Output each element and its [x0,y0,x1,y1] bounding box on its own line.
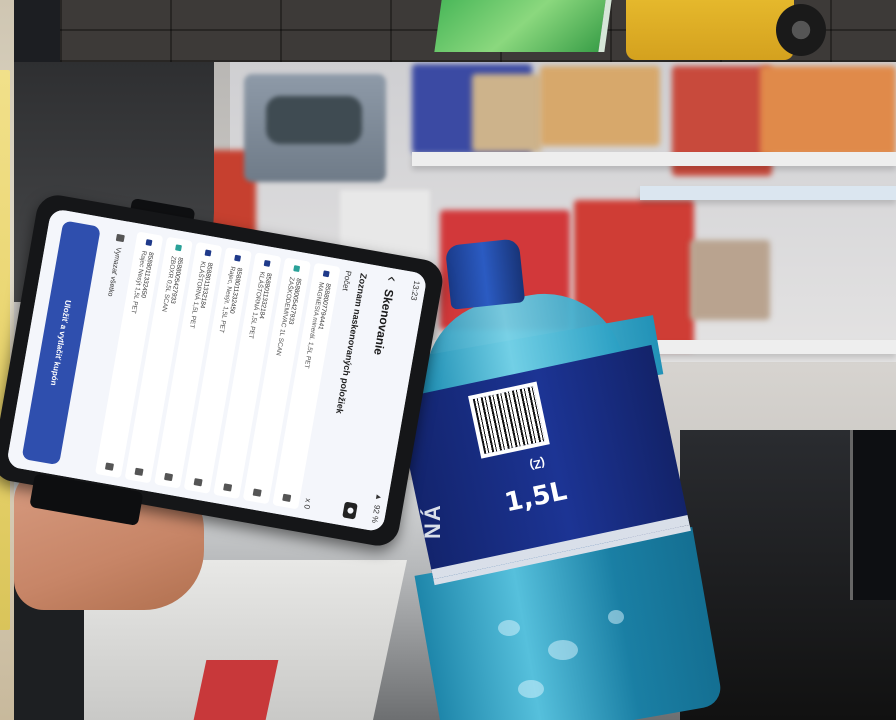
trash-icon [115,233,125,243]
trash-icon[interactable] [193,478,203,487]
bottle-bubble [518,680,544,698]
signal-icon: ▲ [374,492,385,502]
status-right: ▲ 92 % [370,493,384,524]
item-type-icon [322,270,330,278]
shelf-board [412,152,896,166]
trash-icon[interactable] [104,462,115,471]
scale-display [244,74,386,182]
bin-wheel [776,4,826,56]
item-type-icon [293,265,301,273]
item-type-icon [175,244,182,252]
shelf-board [640,186,896,200]
trash-icon[interactable] [252,488,262,497]
register-screen [850,430,896,600]
trash-icon[interactable] [134,467,144,476]
trash-icon[interactable] [163,472,174,482]
trash-icon[interactable] [223,483,233,492]
store-checkout-scene: (Z) 1,5L NÁ 13:23 ▲ 92 % ‹ Skenovanie Zo… [0,0,896,720]
water-bottle: (Z) 1,5L NÁ [395,238,724,720]
battery-level: 92 % [370,504,383,524]
camera-icon[interactable] [342,501,359,520]
belt-red-block [193,660,279,720]
bottle-volume: 1,5L [502,476,570,519]
bottle-brand: NÁ [420,503,446,539]
shelf-product [540,66,660,146]
barcode [468,381,550,459]
green-box [434,0,612,52]
arrow-left-icon[interactable]: ‹ [382,275,401,283]
status-time: 13:23 [409,279,422,302]
shelf-product [472,74,542,152]
count-label: Počet [340,269,354,292]
item-type-icon [145,239,153,247]
bottle-bubble [498,620,520,636]
bottle-bubble [608,610,624,624]
yellow-bin [626,0,794,60]
item-type-icon [263,259,271,267]
item-type-icon [204,249,212,257]
clear-all-label: Vymazať všetko [106,246,123,298]
bottle-bubble [548,640,578,660]
item-type-icon [234,254,242,262]
trash-icon[interactable] [282,493,292,503]
bottle-mark: (Z) [528,455,547,473]
count-value: x 0 [302,497,313,510]
shelf-product [760,66,896,156]
bottle-cap [444,238,526,310]
